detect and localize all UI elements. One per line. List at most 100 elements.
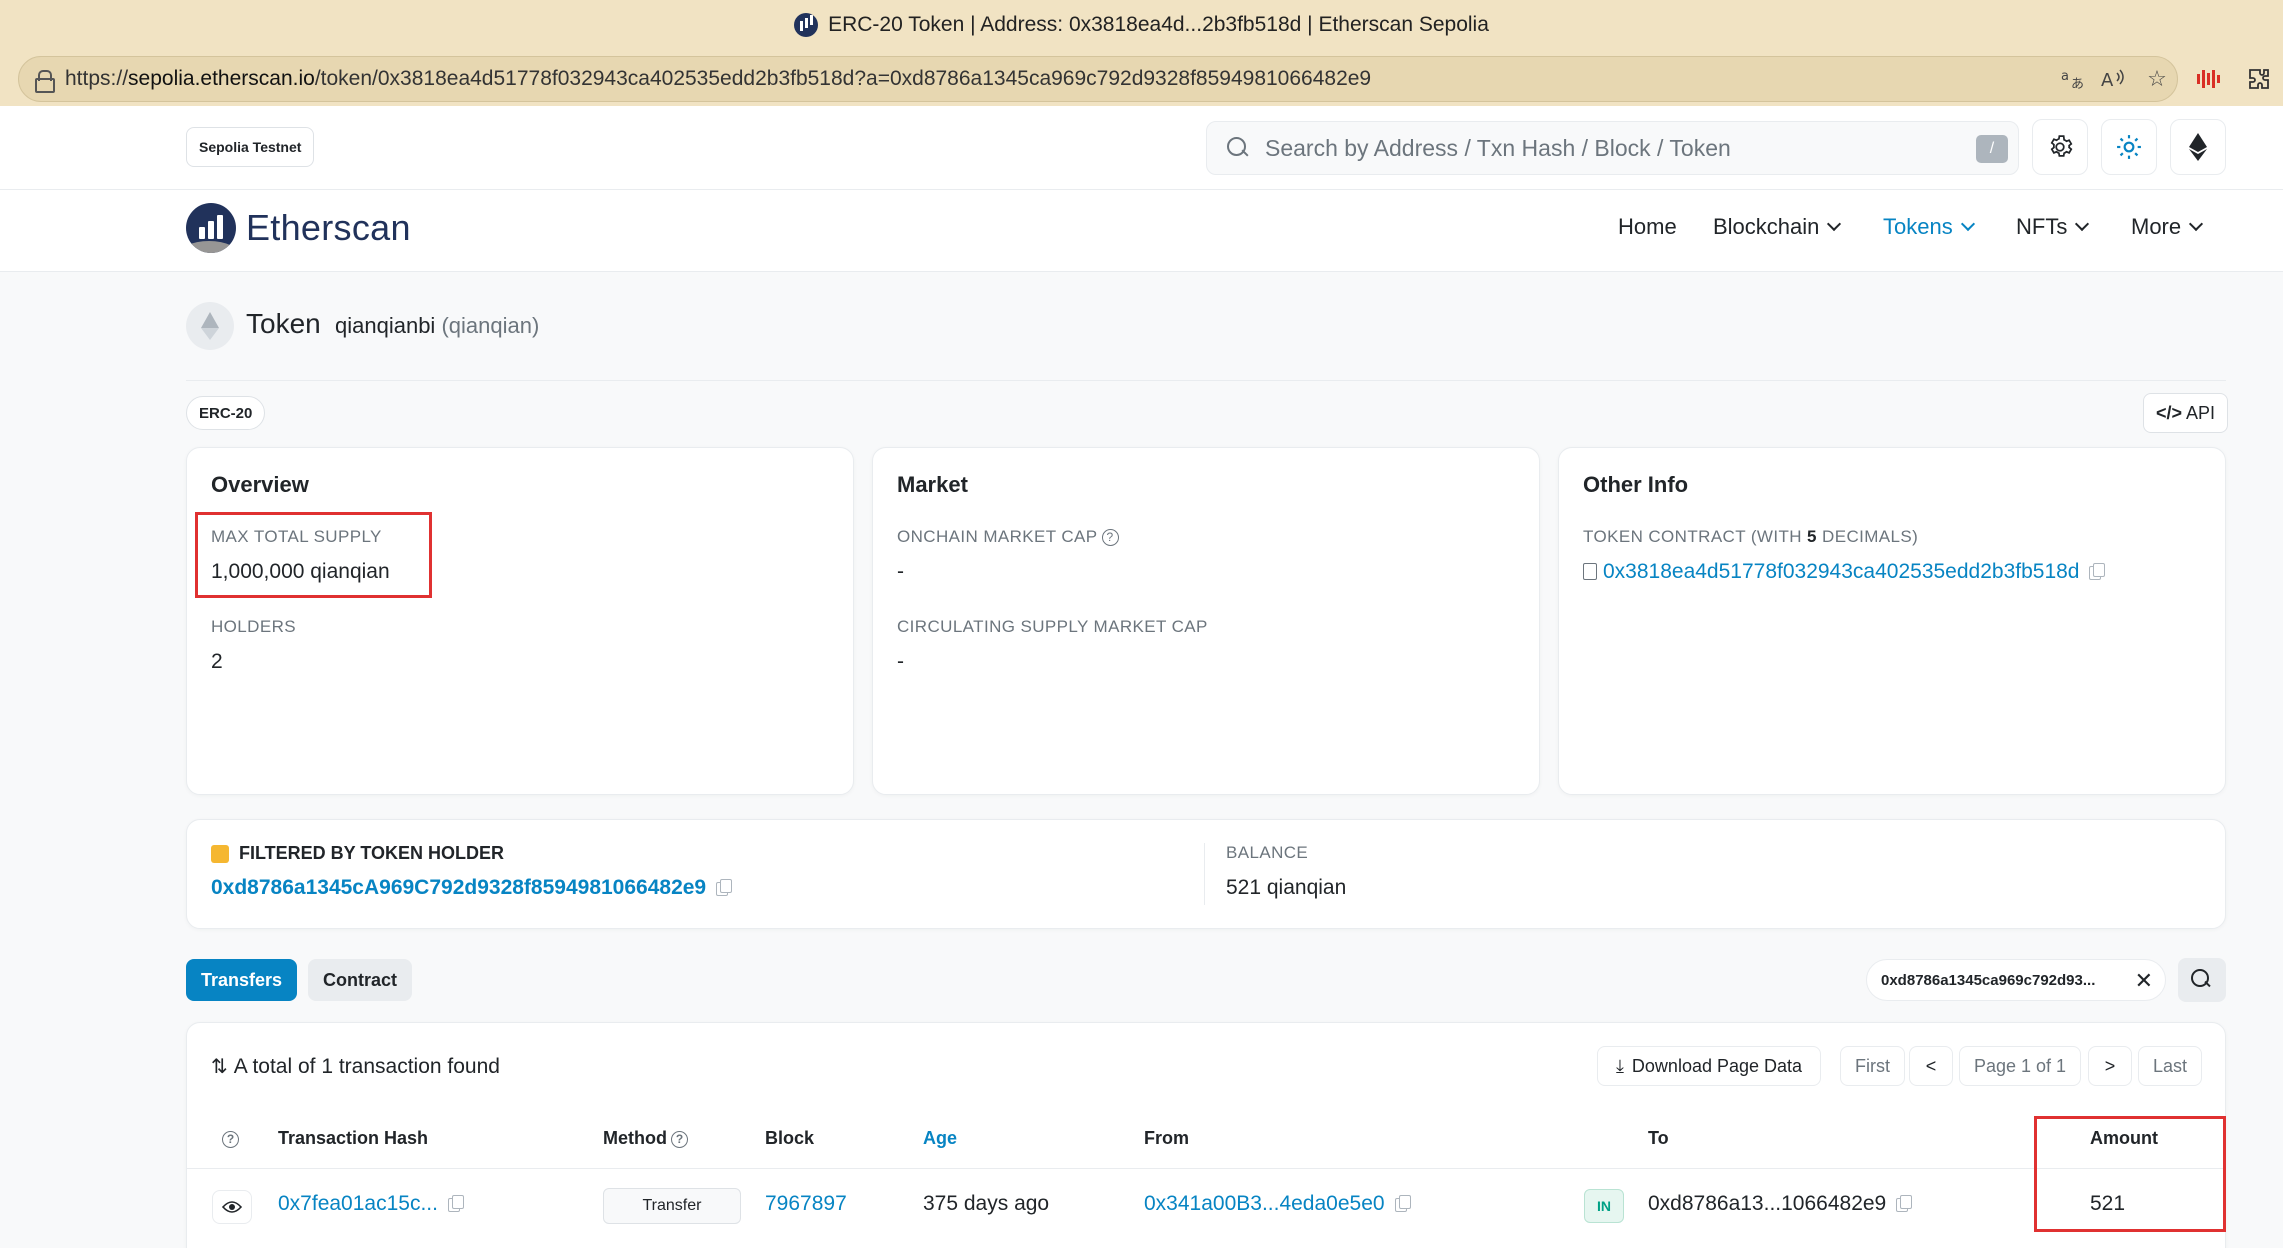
holder-address-link[interactable]: 0xd8786a1345cA969C792d9328f8594981066482… xyxy=(211,876,706,899)
divider xyxy=(1204,843,1205,905)
holders-value: 2 xyxy=(211,650,223,673)
header-transaction-hash: Transaction Hash xyxy=(278,1128,429,1148)
onchain-market-cap-value: - xyxy=(897,560,904,583)
eye-icon xyxy=(222,1201,242,1213)
header-block: Block xyxy=(765,1128,815,1148)
age-value: 375 days ago xyxy=(923,1192,1050,1215)
token-contract-label: TOKEN CONTRACT (WITH 5 DECIMALS) xyxy=(1583,527,1919,546)
header-from: From xyxy=(1144,1128,1189,1148)
chevron-down-icon xyxy=(2075,216,2090,232)
search-icon xyxy=(2191,969,2213,991)
row-hash: 0x7fea01ac15c... xyxy=(278,1192,464,1216)
favorite-star-icon[interactable]: ☆ xyxy=(2138,60,2176,98)
chevron-down-icon xyxy=(1827,216,1842,232)
onchain-market-cap-label: ONCHAIN MARKET CAP? xyxy=(897,527,1119,547)
token-contract-link[interactable]: 0x3818ea4d51778f032943ca402535edd2b3fb51… xyxy=(1603,560,2079,583)
transaction-hash-link[interactable]: 0x7fea01ac15c... xyxy=(278,1192,438,1215)
gear-icon xyxy=(2050,135,2073,157)
other-info-title: Other Info xyxy=(1583,472,1689,497)
ethereum-icon xyxy=(2189,133,2207,161)
overview-title: Overview xyxy=(211,472,309,497)
sun-icon xyxy=(2117,135,2141,159)
nav-home[interactable]: Home xyxy=(1618,214,1677,240)
search-box[interactable]: / xyxy=(1206,121,2019,175)
etherscan-logo[interactable]: Etherscan xyxy=(186,203,411,253)
tab-contract[interactable]: Contract xyxy=(308,959,413,1001)
nav-nfts[interactable]: NFTs xyxy=(2016,214,2090,240)
copy-icon[interactable] xyxy=(2089,563,2106,580)
pagination-next-button[interactable]: > xyxy=(2088,1046,2132,1086)
sort-icon: ⇅ xyxy=(211,1056,228,1078)
nav-more[interactable]: More xyxy=(2131,214,2204,240)
copy-icon[interactable] xyxy=(1896,1195,1913,1212)
api-button[interactable]: </> API xyxy=(2143,393,2229,433)
theme-toggle-button[interactable] xyxy=(2101,119,2157,175)
search-input[interactable] xyxy=(1265,122,1945,174)
info-icon[interactable]: ? xyxy=(670,1131,688,1148)
address-bar[interactable]: https://sepolia.etherscan.io/token/0x381… xyxy=(18,56,2178,102)
pagination-page-indicator: Page 1 of 1 xyxy=(1959,1046,2081,1086)
balance-label: BALANCE xyxy=(1226,843,1309,862)
token-symbol: (qianqian) xyxy=(441,313,540,338)
row-from: 0x341a00B3...4eda0e5e0 xyxy=(1144,1192,1411,1216)
chevron-down-icon xyxy=(1960,216,1975,232)
copy-icon[interactable] xyxy=(1394,1195,1411,1212)
highlight-box xyxy=(2034,1116,2226,1232)
filter-header: FILTERED BY TOKEN HOLDER xyxy=(211,843,504,864)
extension-icon[interactable] xyxy=(2190,60,2228,98)
network-badge[interactable]: Sepolia Testnet xyxy=(186,127,315,167)
filter-tag-icon xyxy=(211,844,229,863)
circulating-market-cap-value: - xyxy=(897,650,904,673)
token-icon xyxy=(186,302,234,350)
help-icon[interactable]: ? xyxy=(222,1128,239,1149)
lock-icon xyxy=(35,70,55,93)
puzzle-extensions-icon[interactable] xyxy=(2240,60,2278,98)
divider xyxy=(186,1168,2226,1169)
circulating-market-cap-label: CIRCULATING SUPPLY MARKET CAP xyxy=(897,617,1208,636)
header-method: Method? xyxy=(603,1128,688,1149)
logo-text: Etherscan xyxy=(246,207,411,248)
copy-icon[interactable] xyxy=(716,879,733,896)
row-to: 0xd8786a13...1066482e9 xyxy=(1648,1192,1913,1216)
to-address: 0xd8786a13...1066482e9 xyxy=(1648,1192,1887,1215)
window-title: ERC-20 Token | Address: 0x3818ea4d...2b3… xyxy=(828,13,1489,36)
pagination-last-button[interactable]: Last xyxy=(2138,1046,2202,1086)
holder-address-row: 0xd8786a1345cA969C792d9328f8594981066482… xyxy=(211,876,733,900)
translate-icon[interactable]: aあ xyxy=(2054,60,2092,98)
tab-transfers[interactable]: Transfers xyxy=(186,959,298,1001)
header-to: To xyxy=(1648,1128,1669,1148)
pagination-first-button[interactable]: First xyxy=(1840,1046,1905,1086)
read-aloud-icon[interactable]: A xyxy=(2094,60,2132,98)
chevron-down-icon xyxy=(2189,216,2204,232)
filter-search-button[interactable] xyxy=(2178,958,2226,1002)
code-icon: </> xyxy=(2156,402,2183,423)
close-icon[interactable]: ✕ xyxy=(2135,968,2153,994)
info-icon[interactable]: ? xyxy=(1101,529,1119,546)
search-icon xyxy=(1227,137,1249,159)
svg-text:A: A xyxy=(2101,70,2114,91)
url-text[interactable]: https://sepolia.etherscan.io/token/0x381… xyxy=(65,67,1371,91)
row-preview-button[interactable] xyxy=(212,1190,252,1224)
search-shortcut-key: / xyxy=(1976,135,2008,163)
nav-tokens[interactable]: Tokens xyxy=(1883,214,1975,240)
nav-blockchain[interactable]: Blockchain xyxy=(1713,214,1842,240)
token-contract-row: 0x3818ea4d51778f032943ca402535edd2b3fb51… xyxy=(1583,560,2106,584)
other-info-card xyxy=(1558,447,2226,795)
copy-icon[interactable] xyxy=(447,1195,464,1212)
header-age[interactable]: Age xyxy=(923,1128,957,1149)
download-page-data-button[interactable]: ⤓ Download Page Data xyxy=(1597,1046,1821,1086)
svg-text:a: a xyxy=(2061,69,2069,84)
network-switch-button[interactable] xyxy=(2170,119,2226,175)
token-name: qianqianbi (qianqian) xyxy=(335,313,540,338)
direction-badge: IN xyxy=(1584,1189,1624,1223)
pagination-prev-button[interactable]: < xyxy=(1909,1046,1953,1086)
download-icon: ⤓ xyxy=(1615,1055,1624,1076)
block-link[interactable]: 7967897 xyxy=(765,1192,847,1216)
browser-title-bar: ERC-20 Token | Address: 0x3818ea4d...2b3… xyxy=(0,0,2283,50)
etherscan-favicon-icon xyxy=(794,13,819,37)
svg-text:あ: あ xyxy=(2071,77,2084,91)
page-title: Token xyxy=(246,308,321,339)
highlight-box xyxy=(195,512,432,598)
from-address-link[interactable]: 0x341a00B3...4eda0e5e0 xyxy=(1144,1192,1385,1215)
settings-button[interactable] xyxy=(2032,119,2088,175)
